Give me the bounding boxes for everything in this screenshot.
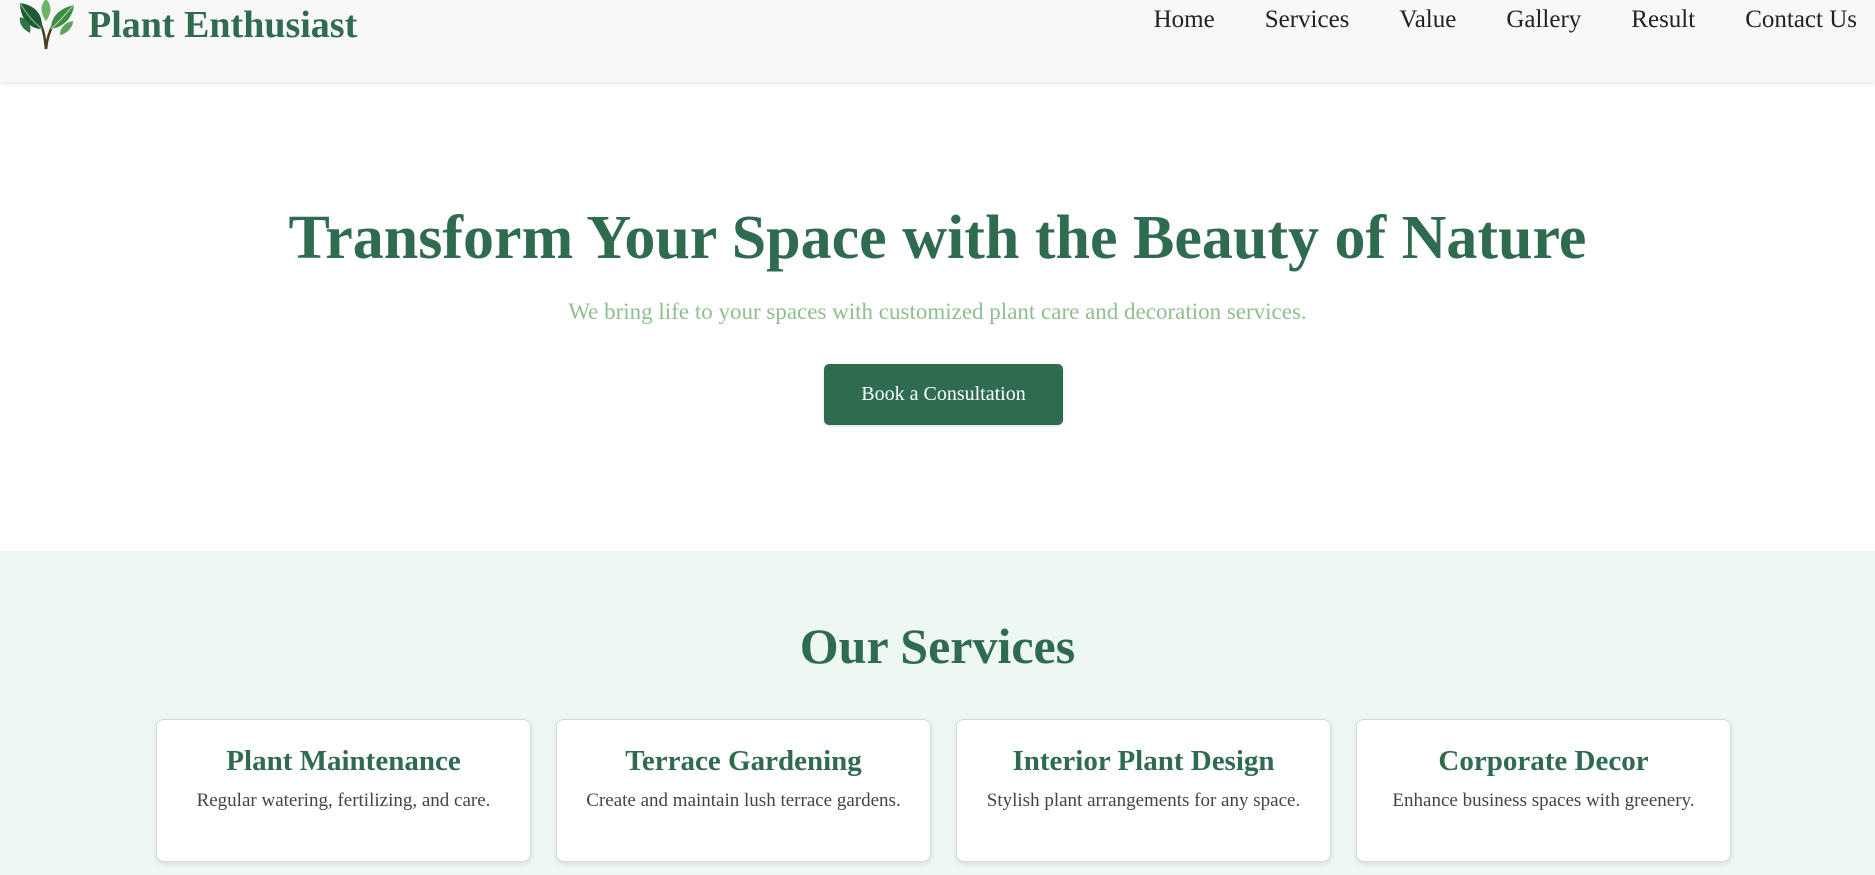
services-title: Our Services xyxy=(799,618,1076,674)
nav-item-services[interactable]: Services xyxy=(1265,6,1350,34)
navbar: Plant Enthusiast Home Services Value Gal… xyxy=(0,0,1875,82)
service-card-title: Terrace Gardening xyxy=(625,745,862,777)
service-card-text: Stylish plant arrangements for any space… xyxy=(986,789,1301,811)
service-card-terrace-gardening: Terrace Gardening Create and maintain lu… xyxy=(556,719,931,862)
leaf-sprout-icon xyxy=(19,0,75,50)
nav-links: Home Services Value Gallery Result Conta… xyxy=(1104,6,1857,34)
nav-item-gallery[interactable]: Gallery xyxy=(1506,6,1581,34)
service-card-text: Regular watering, fertilizing, and care. xyxy=(196,789,491,811)
service-card-title: Plant Maintenance xyxy=(226,745,461,777)
services-section: Our Services Plant Maintenance Regular w… xyxy=(0,551,1875,875)
nav-item-home[interactable]: Home xyxy=(1154,6,1215,34)
service-card-text: Enhance business spaces with greenery. xyxy=(1392,789,1695,811)
book-consultation-button[interactable]: Book a Consultation xyxy=(824,364,1063,425)
nav-item-result[interactable]: Result xyxy=(1631,6,1695,34)
nav-item-contact-us[interactable]: Contact Us xyxy=(1745,6,1857,34)
service-card-plant-maintenance: Plant Maintenance Regular watering, fert… xyxy=(156,719,531,862)
brand[interactable]: Plant Enthusiast xyxy=(18,0,357,50)
hero-subtitle: We bring life to your spaces with custom… xyxy=(568,299,1307,324)
service-card-title: Interior Plant Design xyxy=(1012,745,1275,777)
nav-item-value[interactable]: Value xyxy=(1399,6,1456,34)
service-card-corporate-decor: Corporate Decor Enhance business spaces … xyxy=(1356,719,1731,862)
service-card-text: Create and maintain lush terrace gardens… xyxy=(586,789,901,811)
service-card-interior-plant-design: Interior Plant Design Stylish plant arra… xyxy=(956,719,1331,862)
hero-section: Transform Your Space with the Beauty of … xyxy=(0,82,1875,551)
brand-name: Plant Enthusiast xyxy=(88,4,358,46)
hero-title: Transform Your Space with the Beauty of … xyxy=(288,204,1587,272)
service-card-title: Corporate Decor xyxy=(1438,745,1649,777)
service-cards: Plant Maintenance Regular watering, fert… xyxy=(156,719,1731,862)
